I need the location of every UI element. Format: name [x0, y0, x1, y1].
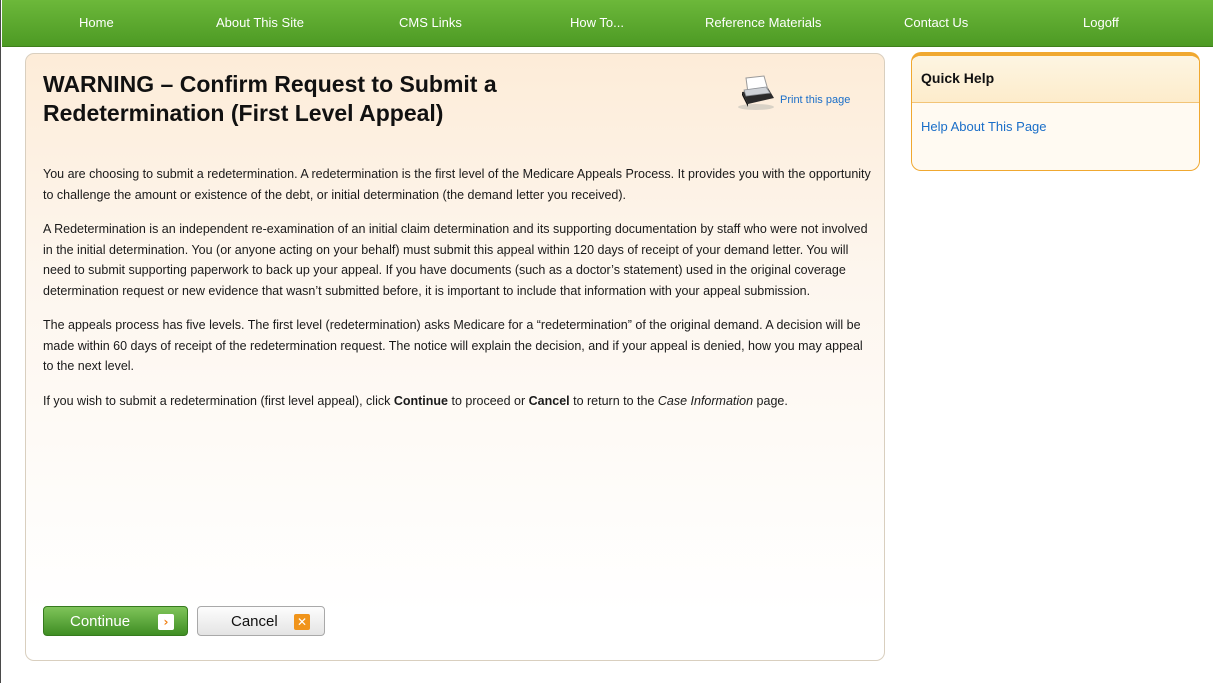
- instruction-cancel-word: Cancel: [528, 393, 570, 408]
- instruction-text-2: to proceed or: [448, 393, 529, 408]
- quick-help-header: Quick Help: [912, 56, 1199, 103]
- nav-cms-links[interactable]: CMS Links: [399, 0, 462, 46]
- continue-button[interactable]: Continue ›: [43, 606, 188, 636]
- page-frame: Home About This Site CMS Links How To...…: [0, 0, 1213, 683]
- instruction-text-1: If you wish to submit a redetermination …: [43, 393, 394, 408]
- instruction-continue-word: Continue: [393, 393, 449, 408]
- page-title: WARNING – Confirm Request to Submit a Re…: [43, 71, 497, 126]
- paragraph-appeals-process: The appeals process has five levels. The…: [43, 318, 863, 373]
- paragraph-redetermination-definition: A Redetermination is an independent re-e…: [43, 222, 868, 298]
- nav-how-to[interactable]: How To...: [570, 0, 624, 46]
- arrow-right-icon: ›: [158, 614, 174, 630]
- print-label: Print this page: [780, 94, 851, 106]
- print-page-link[interactable]: Print this page: [736, 74, 866, 114]
- nav-logoff[interactable]: Logoff: [1083, 0, 1119, 46]
- printer-icon: [738, 75, 774, 110]
- close-icon: ✕: [294, 614, 310, 630]
- nav-home[interactable]: Home: [79, 0, 114, 46]
- main-content-panel: WARNING – Confirm Request to Submit a Re…: [25, 53, 885, 661]
- instruction-text-4: page.: [753, 393, 788, 408]
- paragraph-instructions: If you wish to submit a redetermination …: [43, 391, 873, 412]
- top-navigation: Home About This Site CMS Links How To...…: [2, 0, 1213, 47]
- cancel-button[interactable]: Cancel ✕: [197, 606, 325, 636]
- instruction-page-name: Case Information: [657, 393, 754, 408]
- continue-button-label: Continue: [70, 613, 131, 630]
- warning-body-text: You are choosing to submit a redetermina…: [43, 164, 873, 425]
- paragraph-redetermination-intro: You are choosing to submit a redetermina…: [43, 167, 871, 202]
- nav-reference-materials[interactable]: Reference Materials: [705, 0, 821, 46]
- instruction-text-3: to return to the: [569, 393, 658, 408]
- help-about-this-page-link[interactable]: Help About This Page: [921, 119, 1047, 134]
- quick-help-title: Quick Help: [921, 70, 995, 86]
- nav-contact-us[interactable]: Contact Us: [904, 0, 968, 46]
- nav-about-this-site[interactable]: About This Site: [216, 0, 304, 46]
- cancel-button-label: Cancel: [231, 613, 278, 630]
- quick-help-panel: Quick Help Help About This Page: [911, 52, 1200, 171]
